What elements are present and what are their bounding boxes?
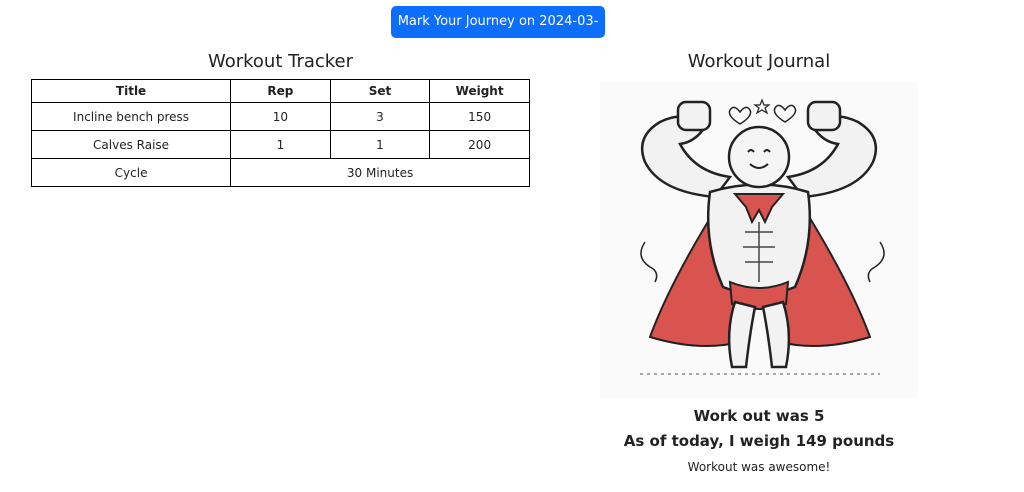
cell-rep: 10 [230,102,331,131]
workout-journal-title: Workout Journal [687,51,831,72]
table-row: Calves Raise 1 1 200 [30,130,530,159]
table-row: Incline bench press 10 3 150 [30,102,530,131]
workout-rating-text: Work out was 5 [693,407,825,425]
cell-weight: 150 [429,102,530,131]
column-header-set: Set [329,79,431,103]
cell-title: Calves Raise [30,130,232,159]
cell-weight: 200 [429,130,530,159]
journal-note-text: Workout was awesome! [687,460,831,474]
page: Mark Your Journey on 2024-03-27 Workout … [0,0,1024,492]
cell-set: 1 [329,130,431,159]
muscle-hero-illustration [600,82,918,398]
workout-tracker-table: Title Rep Set Weight Incline bench press… [30,79,530,187]
column-header-rep: Rep [230,79,331,103]
weight-note-text: As of today, I weigh 149 pounds [623,432,895,450]
column-header-title: Title [30,79,232,103]
mark-journey-button[interactable]: Mark Your Journey on 2024-03-27 [391,6,605,61]
table-header-row: Title Rep Set Weight [30,79,530,103]
workout-tracker-title: Workout Tracker [207,51,354,72]
column-header-weight: Weight [429,79,530,103]
cell-title: Incline bench press [30,102,232,131]
cell-rep: 1 [230,130,331,159]
cell-duration: 30 Minutes [230,158,530,187]
table-row: Cycle 30 Minutes [30,158,530,187]
cell-title: Cycle [30,158,232,187]
cell-set: 3 [329,102,431,131]
